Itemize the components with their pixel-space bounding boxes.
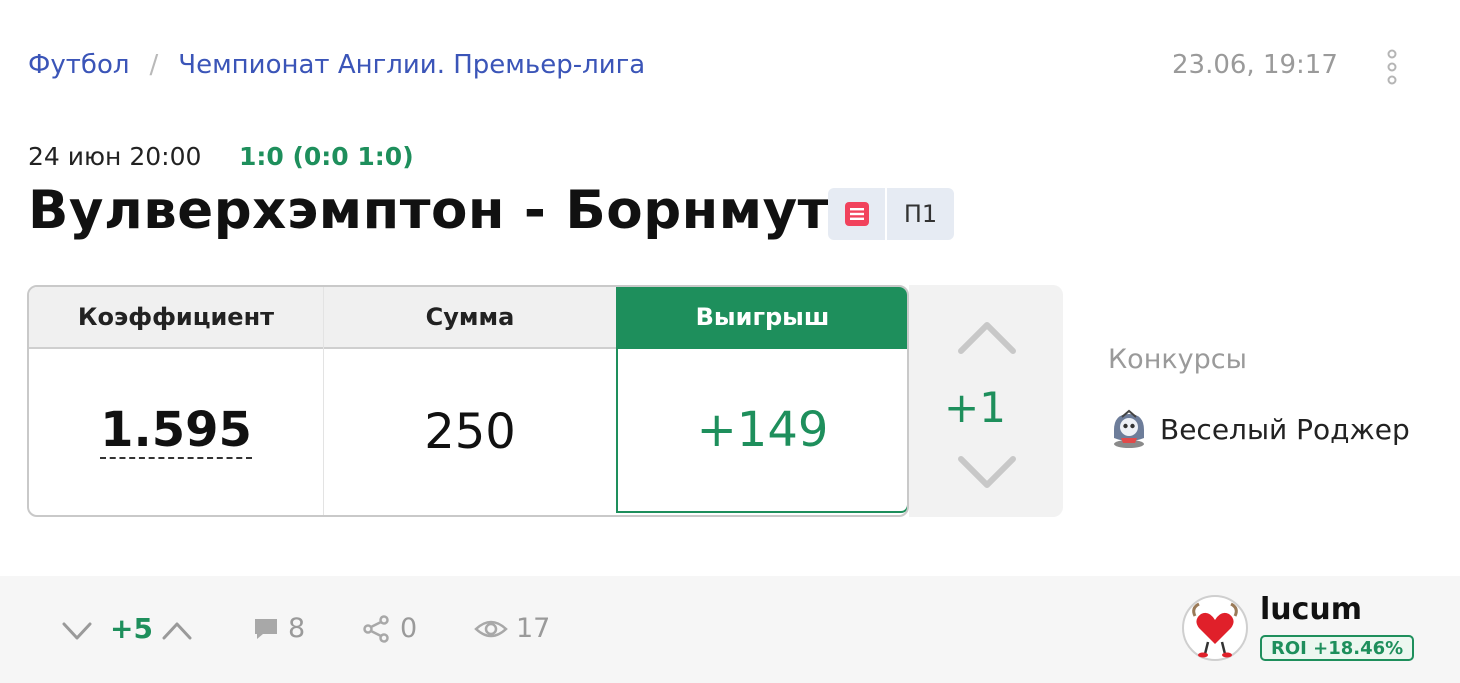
stake-column: Сумма 250 [324, 287, 616, 515]
win-value: +149 [696, 402, 829, 458]
match-score: 1:0 (0:0 1:0) [239, 142, 414, 171]
views-count: 17 [516, 613, 551, 644]
vote-count: +1 [944, 383, 1006, 432]
breadcrumb: Футбол / Чемпионат Англии. Премьер-лига [28, 50, 645, 80]
bet-table: Коэффициент 1.595 Сумма 250 Выигрыш +149 [27, 285, 909, 517]
bet-card: Футбол / Чемпионат Англии. Премьер-лига … [0, 0, 1460, 683]
vote-down-chevron-icon[interactable] [957, 455, 1017, 491]
match-title[interactable]: Вулверхэмптон - Борнмут [28, 180, 829, 241]
more-options-icon[interactable] [1382, 49, 1402, 85]
vote-up-chevron-icon[interactable] [957, 319, 1017, 355]
stake-header: Сумма [324, 287, 616, 349]
coef-column: Коэффициент 1.595 [29, 287, 324, 515]
breadcrumb-separator: / [149, 50, 159, 80]
comment-icon [255, 618, 277, 639]
document-icon [844, 202, 869, 226]
breadcrumb-league-link[interactable]: Чемпионат Англии. Премьер-лига [178, 50, 645, 80]
share-icon [363, 614, 389, 643]
shares-count: 0 [400, 613, 418, 644]
note-button[interactable] [828, 188, 887, 240]
bet-badges: П1 [828, 188, 954, 240]
post-footer: +5 8 0 17 lucum ROI +18.46% [0, 576, 1460, 683]
comments-count: 8 [288, 613, 306, 644]
contest-item[interactable]: Веселый Роджер [1108, 408, 1410, 450]
trophy-skull-icon [1114, 409, 1144, 448]
outcome-badge: П1 [903, 200, 938, 228]
eye-icon [474, 620, 508, 637]
coef-value[interactable]: 1.595 [100, 404, 252, 460]
views-indicator: 17 [474, 613, 550, 644]
comments-button[interactable]: 8 [252, 613, 305, 644]
contest-name: Веселый Роджер [1160, 412, 1410, 446]
contests-label: Конкурсы [1108, 344, 1247, 375]
stake-value: 250 [424, 404, 516, 460]
breadcrumb-sport-link[interactable]: Футбол [28, 50, 129, 80]
author-username[interactable]: lucum [1260, 592, 1362, 627]
user-avatar[interactable] [1181, 594, 1249, 662]
coef-header: Коэффициент [29, 287, 323, 349]
rating-value: +5 [110, 612, 153, 645]
post-timestamp: 23.06, 19:17 [1172, 50, 1338, 80]
win-column: Выигрыш +149 [616, 287, 907, 513]
roi-badge: ROI +18.46% [1260, 635, 1415, 661]
win-header: Выигрыш [618, 287, 907, 349]
vote-box: +1 [909, 285, 1063, 517]
rating-up-icon[interactable] [160, 616, 194, 646]
share-button[interactable]: 0 [362, 613, 417, 644]
coef-cell: 1.595 [29, 349, 323, 515]
match-date: 24 июн 20:00 [28, 142, 202, 171]
rating-down-icon[interactable] [60, 616, 94, 646]
